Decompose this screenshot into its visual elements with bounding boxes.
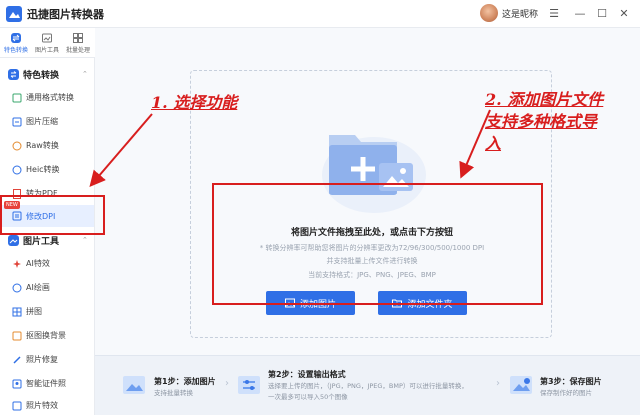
step3-desc: 保存制作好的图片 — [540, 389, 592, 397]
step2-desc: 选择要上传的图片，（JPG，PNG，JPEG，BMP）可以进行批量转换， — [268, 382, 468, 390]
step1-title: 第1步：添加图片 — [154, 377, 216, 386]
step3-title: 第3步：保存图片 — [540, 377, 602, 386]
sidebar-item-id-photo[interactable]: 智能证件照 — [12, 378, 66, 389]
image-tools-icon — [8, 235, 19, 246]
collapse-icon[interactable]: ⌃ — [82, 70, 88, 78]
step3-save-icon — [510, 376, 532, 394]
sidebar-item-ai-effects[interactable]: AI特效 — [12, 258, 50, 269]
ai-painting-icon — [12, 283, 22, 293]
tab-label: 批量处理 — [65, 47, 90, 54]
step2-title: 第2步：设置输出格式 — [268, 370, 346, 379]
annotation-add-files-line1: 2. 添加图片文件 — [485, 90, 604, 109]
repair-icon — [12, 355, 22, 365]
avatar[interactable] — [480, 4, 498, 22]
swap-icon — [8, 69, 19, 80]
photo-effects-icon — [12, 401, 22, 411]
app-title: 迅捷图片转换器 — [27, 8, 104, 21]
step2-desc-line2: 一次最多可以导入50个图像 — [268, 393, 348, 401]
step1-desc: 支持批量转换 — [154, 389, 193, 397]
section-special-convert[interactable]: 特色转换 — [8, 68, 59, 81]
sidebar-item-compress[interactable]: 图片压缩 — [12, 116, 58, 127]
step-arrow-icon: › — [496, 378, 500, 389]
step-arrow-icon: › — [225, 378, 229, 389]
sidebar-item-raw[interactable]: Raw转换 — [12, 140, 59, 151]
top-nav: 特色转换 图片工具 批量处理 — [0, 28, 95, 58]
tab-label: 特色转换 — [3, 47, 28, 54]
menu-icon[interactable]: ☰ — [544, 3, 564, 23]
convert-icon — [12, 93, 22, 103]
annotation-box-upload — [212, 183, 543, 305]
ai-effects-icon — [12, 259, 22, 269]
section-image-tools[interactable]: 图片工具 — [8, 234, 59, 247]
title-bar: 迅捷图片转换器 这是昵称 ☰ — ☐ ✕ — [0, 0, 640, 28]
step2-settings-icon — [238, 376, 260, 394]
image-tools-icon — [42, 33, 52, 43]
annotation-box-dpi — [0, 195, 105, 235]
sidebar-item-collage[interactable]: 拼图 — [12, 306, 42, 317]
annotation-select-function: 1. 选择功能 — [151, 93, 238, 112]
sidebar-item-cutout[interactable]: 抠图换背景 — [12, 330, 66, 341]
step1-image-icon — [123, 376, 145, 394]
annotation-add-files-line3: 入 — [485, 134, 502, 153]
tab-image-tools[interactable]: 图片工具 — [32, 30, 62, 54]
annotation-add-files-line2: 支持多种格式导 — [485, 112, 598, 131]
heic-icon — [12, 165, 22, 175]
tab-special-convert[interactable]: 特色转换 — [1, 30, 31, 54]
minimize-button[interactable]: — — [570, 3, 590, 23]
sidebar-item-photo-repair[interactable]: 照片修复 — [12, 354, 58, 365]
collapse-icon[interactable]: ⌃ — [82, 236, 88, 244]
maximize-button[interactable]: ☐ — [592, 3, 612, 23]
compress-icon — [12, 117, 22, 127]
app-logo-icon — [6, 6, 22, 22]
batch-icon — [73, 33, 83, 43]
tab-label: 图片工具 — [34, 47, 59, 54]
user-nickname[interactable]: 这是昵称 — [502, 7, 538, 20]
sidebar-item-heic[interactable]: Heic转换 — [12, 164, 60, 175]
sidebar-item-general-convert[interactable]: 通用格式转换 — [12, 92, 74, 103]
cutout-icon — [12, 331, 22, 341]
close-button[interactable]: ✕ — [614, 3, 634, 23]
raw-icon — [12, 141, 22, 151]
sidebar: 特色转换 ⌃ 通用格式转换 图片压缩 Raw转换 Heic转换 转为PDF 修改… — [0, 58, 95, 415]
sidebar-item-ai-painting[interactable]: AI绘画 — [12, 282, 50, 293]
swap-icon — [11, 33, 21, 43]
tab-batch[interactable]: 批量处理 — [63, 30, 93, 54]
sidebar-item-photo-effects[interactable]: 照片特效 — [12, 400, 58, 411]
id-photo-icon — [12, 379, 22, 389]
collage-icon — [12, 307, 22, 317]
steps-bar: 第1步：添加图片 支持批量转换 › 第2步：设置输出格式 选择要上传的图片，（J… — [95, 355, 640, 415]
